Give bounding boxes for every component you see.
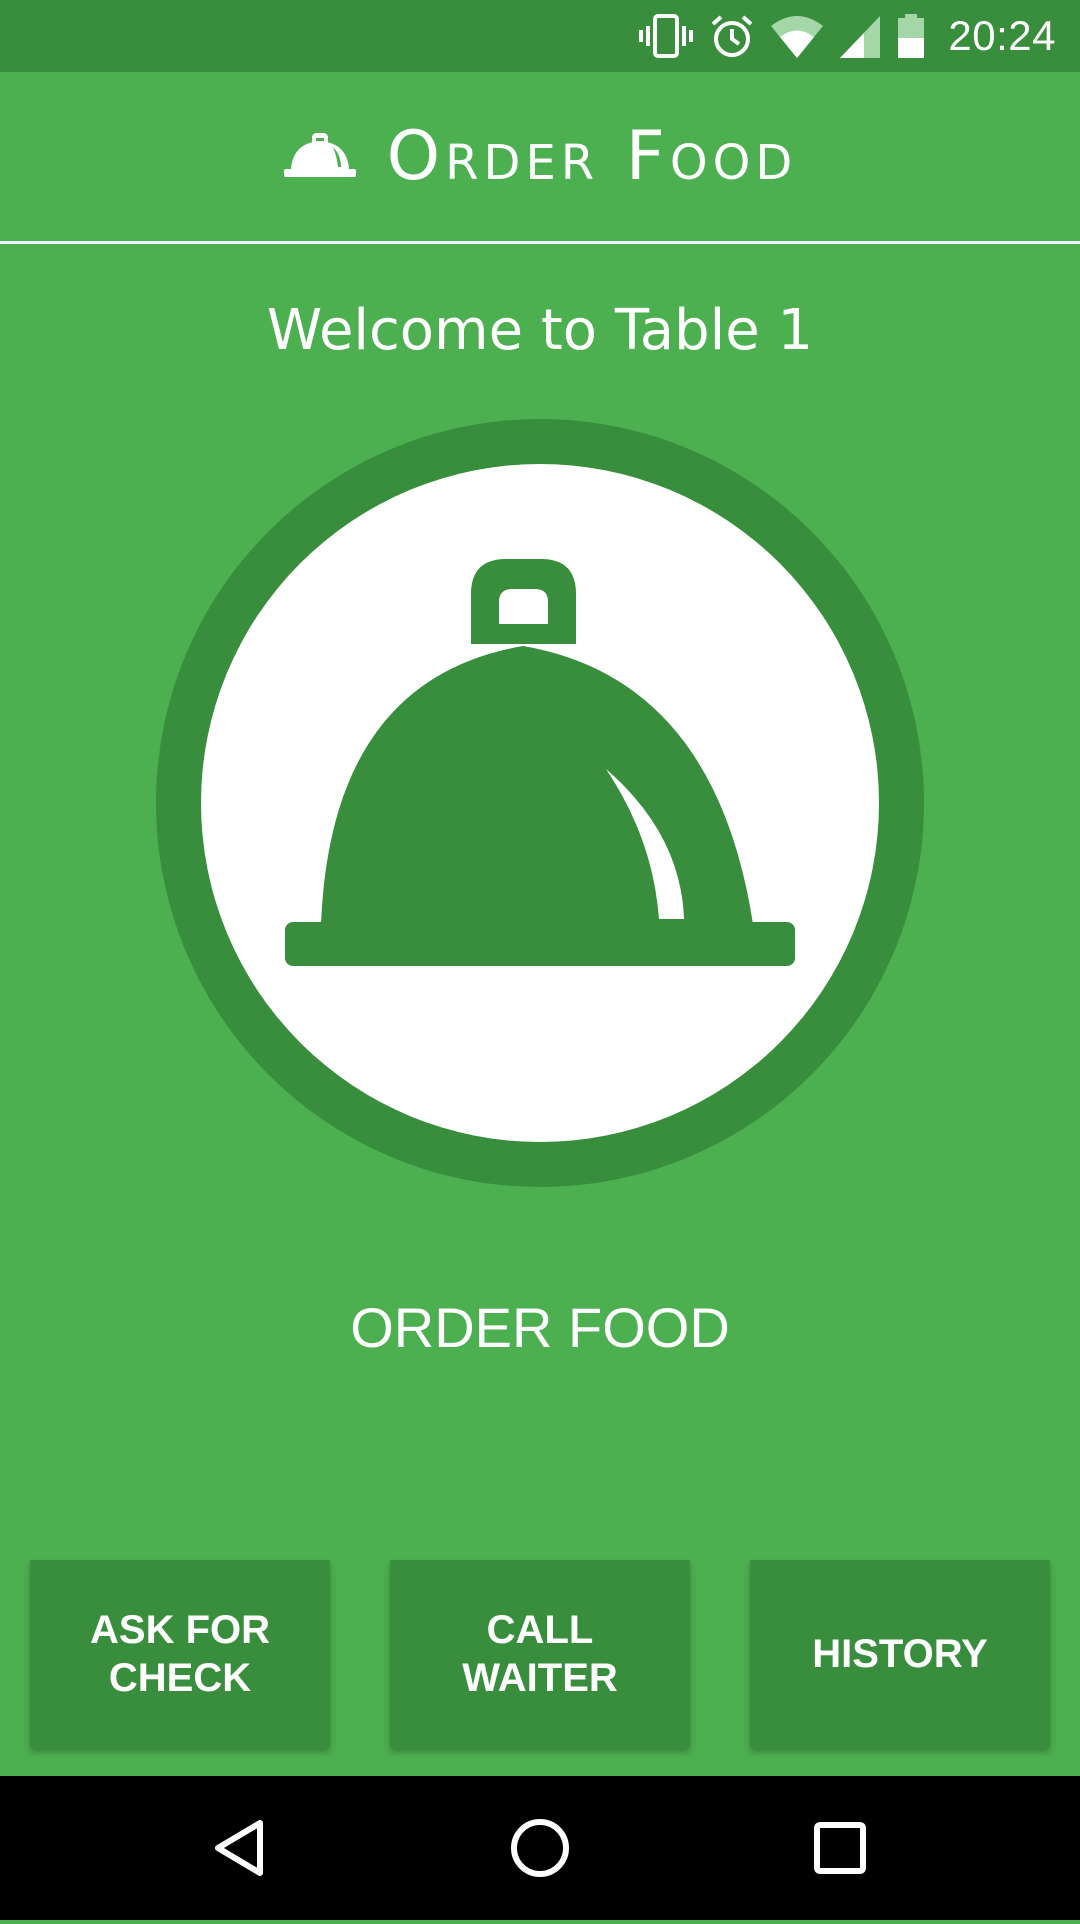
- status-icons: 20:24: [638, 0, 1056, 72]
- back-icon[interactable]: [190, 1776, 290, 1924]
- navigation-bar: [0, 1776, 1080, 1920]
- app-title: Order Food: [386, 117, 798, 196]
- ask-for-check-button[interactable]: ASK FOR CHECK: [30, 1560, 330, 1748]
- cloche-icon: [285, 559, 795, 966]
- wifi-icon: [770, 12, 824, 60]
- history-button[interactable]: HISTORY: [750, 1560, 1050, 1748]
- header-divider: [0, 241, 1080, 244]
- call-waiter-button[interactable]: CALL WAITER: [390, 1560, 690, 1748]
- order-food-circle-inner: [201, 464, 879, 1142]
- cloche-icon: [283, 131, 357, 183]
- app-header: Order Food: [0, 72, 1080, 241]
- call-waiter-label: CALL WAITER: [462, 1608, 618, 1700]
- status-bar: 20:24: [0, 0, 1080, 72]
- order-food-label[interactable]: ORDER FOOD: [0, 1295, 1080, 1360]
- ask-for-check-label: ASK FOR CHECK: [90, 1608, 270, 1700]
- battery-icon: [896, 12, 926, 60]
- vibrate-icon: [638, 12, 694, 60]
- status-time: 20:24: [948, 12, 1056, 59]
- history-label: HISTORY: [812, 1632, 988, 1676]
- recents-icon[interactable]: [790, 1776, 890, 1924]
- alarm-icon: [708, 12, 756, 60]
- home-icon[interactable]: [490, 1776, 590, 1924]
- signal-icon: [838, 12, 882, 60]
- order-food-circle-button[interactable]: [156, 419, 924, 1187]
- welcome-text: Welcome to Table 1: [266, 298, 814, 363]
